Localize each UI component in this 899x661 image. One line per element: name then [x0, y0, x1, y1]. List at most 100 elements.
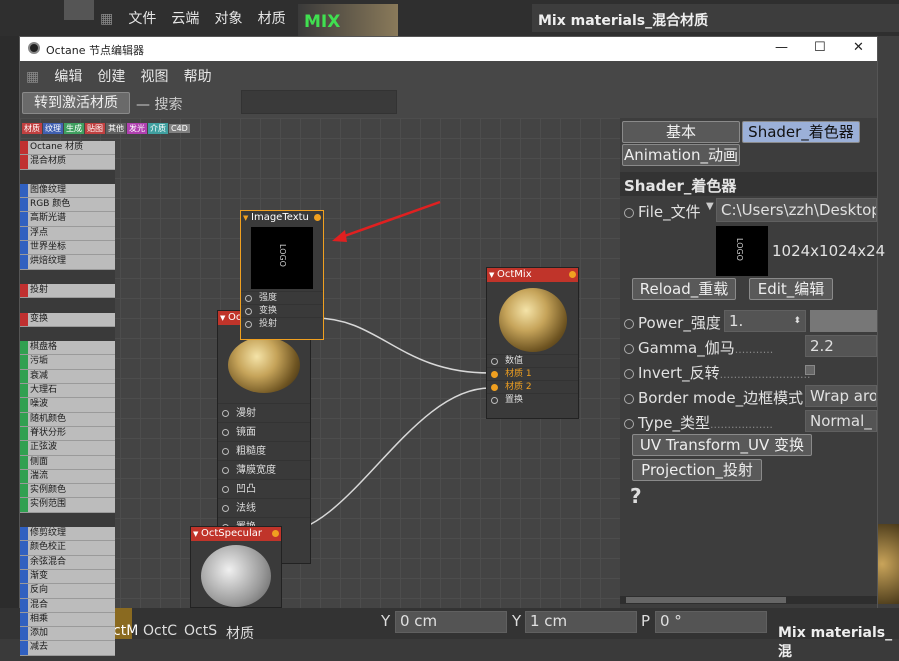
tab-animation[interactable]: Animation_动画 [622, 144, 740, 166]
horizontal-scrollbar[interactable] [620, 596, 877, 604]
node-list-item[interactable]: 混合 [20, 598, 115, 613]
specular-node[interactable]: ▼ OctSpecular [190, 526, 282, 608]
close-button[interactable]: ✕ [853, 40, 864, 55]
mat-thumb-2-label[interactable]: OctC [143, 623, 177, 639]
menu-help[interactable]: 帮助 [184, 69, 212, 85]
node-list-item[interactable]: 烘焙纹理 [20, 255, 115, 270]
node-list-item[interactable]: 修剪纹理 [20, 527, 115, 542]
category-tab[interactable]: 生成 [64, 123, 84, 134]
power-field[interactable]: 1. ⬍ [724, 310, 806, 332]
file-dropdown-icon[interactable]: ▼ [706, 201, 714, 212]
port-diffuse[interactable]: 漫射 [218, 403, 310, 422]
category-tab[interactable]: 材质 [22, 123, 42, 134]
node-list-item[interactable]: 浮点 [20, 226, 115, 242]
port-film-width[interactable]: 薄膜宽度 [218, 460, 310, 479]
rot-p-field[interactable]: 0 ° [655, 611, 767, 633]
port-power[interactable]: 强度 [241, 291, 323, 304]
mix-node-header[interactable]: ▼ OctMix [487, 268, 578, 282]
port-material-1[interactable]: 材质 1 [487, 367, 578, 380]
mat-thumb-4-label[interactable]: 材质 [226, 623, 254, 643]
collapse-icon[interactable]: ▼ [243, 211, 248, 225]
border-radio-icon[interactable] [624, 394, 634, 404]
maximize-button[interactable]: ☐ [814, 40, 826, 55]
output-port-icon[interactable] [314, 214, 321, 221]
node-list-item[interactable]: 侧面 [20, 455, 115, 470]
menu-create[interactable]: 创建 [97, 69, 125, 85]
category-tab[interactable]: C4D [169, 124, 190, 133]
port-bump[interactable]: 凹凸 [218, 479, 310, 498]
gamma-radio-icon[interactable] [624, 344, 634, 354]
node-list-item[interactable]: 正弦波 [20, 441, 115, 456]
node-list-item[interactable]: 污垢 [20, 355, 115, 370]
mat-thumb-3-label[interactable]: OctS [184, 623, 217, 639]
node-list-item[interactable]: 大理石 [20, 384, 115, 399]
menu-edit[interactable]: 编辑 [54, 69, 82, 85]
node-list-item[interactable]: RGB 颜色 [20, 198, 115, 213]
tab-basic[interactable]: 基本 [622, 121, 740, 143]
collapse-icon[interactable]: ▼ [220, 311, 225, 325]
border-mode-select[interactable]: Wrap aro [805, 385, 877, 407]
stepper-icon[interactable]: ⬍ [793, 311, 801, 331]
node-list-item[interactable]: 相乘 [20, 612, 115, 628]
node-list-item[interactable]: 衰减 [20, 369, 115, 385]
c4d-menu-file[interactable]: 文件 [128, 11, 156, 27]
node-list-item[interactable]: 变换 [20, 312, 115, 327]
power-slider[interactable] [810, 310, 877, 332]
port-roughness[interactable]: 粗糙度 [218, 441, 310, 460]
image-texture-node[interactable]: ▼ ImageTextu LOGO 强度 变换 投射 [240, 210, 324, 340]
port-material-2[interactable]: 材质 2 [487, 380, 578, 393]
type-select[interactable]: Normal_ [805, 410, 877, 432]
category-tab[interactable]: 发光 [127, 123, 147, 134]
tab-shader[interactable]: Shader_着色器 [742, 121, 860, 143]
node-list-item[interactable]: 随机颜色 [20, 412, 115, 427]
minimize-button[interactable]: — [775, 40, 788, 55]
node-list-item[interactable]: 棋盘格 [20, 341, 115, 356]
collapse-icon[interactable]: ▼ [193, 527, 198, 541]
coord-y-field[interactable]: 0 cm [395, 611, 507, 633]
mix-node[interactable]: ▼ OctMix 数值 材质 1 材质 2 置换 [486, 267, 579, 419]
category-tab[interactable]: 贴图 [85, 123, 105, 134]
port-specular[interactable]: 镜面 [218, 422, 310, 441]
edit-button[interactable]: Edit_编辑 [749, 278, 833, 300]
node-list-item[interactable]: 颜色校正 [20, 541, 115, 556]
category-tab[interactable]: 其他 [106, 123, 126, 134]
scrollbar-thumb[interactable] [626, 597, 786, 603]
category-tab[interactable]: 介质 [148, 123, 168, 134]
port-amount[interactable]: 数值 [487, 354, 578, 367]
node-list-item[interactable]: 湍流 [20, 469, 115, 485]
node-list-item[interactable]: 高斯光谱 [20, 212, 115, 227]
node-list-item[interactable]: 添加 [20, 627, 115, 642]
invert-checkbox[interactable] [805, 365, 815, 375]
collapse-icon[interactable]: ▼ [489, 268, 494, 282]
projection-button[interactable]: Projection_投射 [632, 459, 762, 481]
node-list-item[interactable]: 脊状分形 [20, 426, 115, 442]
port-normal[interactable]: 法线 [218, 498, 310, 517]
node-list-item[interactable]: 混合材质 [20, 155, 115, 170]
file-path-field[interactable]: C:\Users\zzh\Desktop\ [716, 198, 877, 222]
node-list-item[interactable]: 实例颜色 [20, 484, 115, 499]
power-radio-icon[interactable] [624, 319, 634, 329]
specular-node-header[interactable]: ▼ OctSpecular [191, 527, 281, 541]
port-displacement-mix[interactable]: 置换 [487, 393, 578, 406]
output-port-icon[interactable] [569, 271, 576, 278]
reload-button[interactable]: Reload_重载 [632, 278, 736, 300]
search-input[interactable] [241, 90, 397, 114]
image-node-header[interactable]: ▼ ImageTextu [241, 211, 323, 225]
node-list-item[interactable]: 图像纹理 [20, 183, 115, 199]
node-list-item[interactable]: 世界坐标 [20, 241, 115, 256]
node-list-item[interactable]: 渐变 [20, 569, 115, 585]
size-y-field[interactable]: 1 cm [525, 611, 637, 633]
node-list-item[interactable]: 余弦混合 [20, 555, 115, 570]
category-tab[interactable]: 纹理 [43, 123, 63, 134]
c4d-menu-material[interactable]: 材质 [258, 11, 286, 27]
file-radio-icon[interactable] [624, 208, 634, 218]
output-port-icon[interactable] [272, 530, 279, 537]
goto-active-material-button[interactable]: 转到激活材质 [22, 92, 130, 114]
invert-radio-icon[interactable] [624, 369, 634, 379]
c4d-menu-object[interactable]: 对象 [215, 11, 243, 27]
node-list-item[interactable]: 实例范围 [20, 498, 115, 513]
c4d-menu-cloud[interactable]: 云端 [171, 11, 199, 27]
port-transform[interactable]: 变换 [241, 304, 323, 317]
port-projection[interactable]: 投射 [241, 317, 323, 330]
node-list-item[interactable]: 投射 [20, 283, 115, 299]
